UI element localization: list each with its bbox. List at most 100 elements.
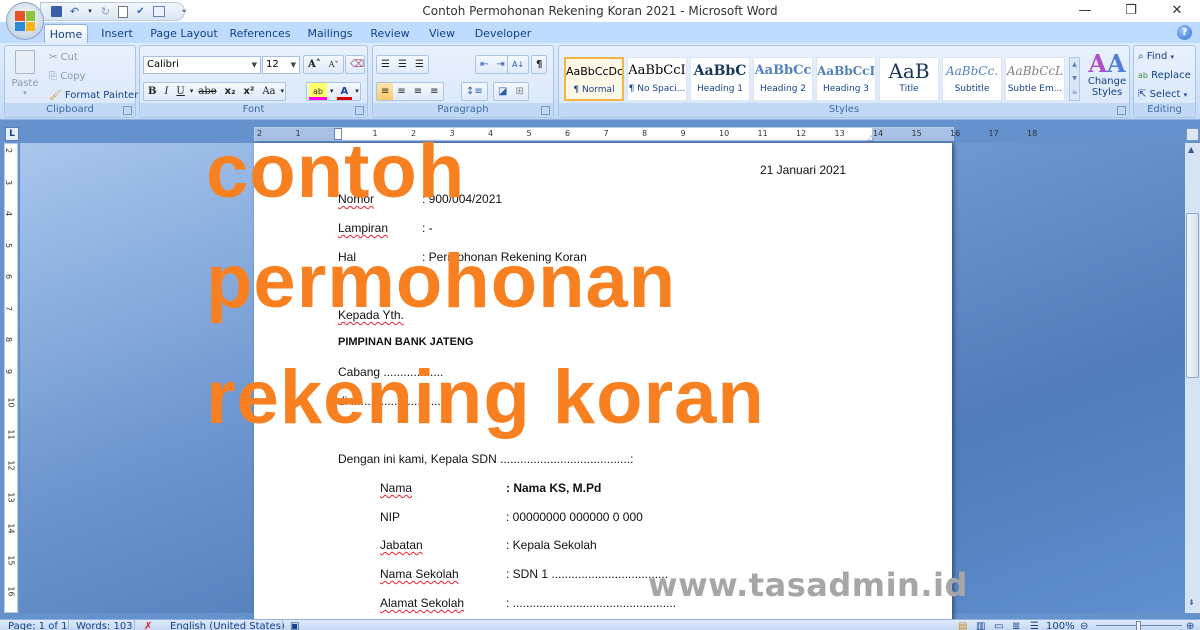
font-launcher-icon[interactable]	[355, 106, 364, 115]
paste-button[interactable]: Paste ▾	[11, 50, 39, 97]
clipboard-launcher-icon[interactable]	[123, 106, 132, 115]
tab-review[interactable]: Review	[368, 24, 412, 43]
style-normal[interactable]: AaBbCcDc ¶ Normal	[564, 57, 624, 101]
tab-view[interactable]: View	[424, 24, 460, 43]
ruler-tick: 12	[6, 460, 16, 471]
field-value-jabatan: : Kepala Sekolah	[506, 538, 597, 552]
line-spacing-button[interactable]: ↕≡	[461, 82, 488, 101]
ribbon: Paste ▾ ✂ Cut ⎘ Copy 🖌 Format Painter Cl…	[0, 43, 1200, 120]
change-case-dropdown-icon[interactable]: ▾	[280, 83, 286, 100]
page-count[interactable]: Page: 1 of 1	[8, 620, 67, 630]
style-subtle-emphasis[interactable]: AaBbCcL Subtle Em...	[1005, 57, 1065, 101]
vertical-scrollbar[interactable]: ▲ ⇟	[1185, 143, 1200, 613]
borders-button[interactable]: ⊞	[511, 83, 527, 100]
superscript-button[interactable]: x²	[239, 83, 258, 100]
style-heading-3[interactable]: AaBbCcI Heading 3	[816, 57, 876, 101]
title-bar: ↶ ▾ ↻ ✔ ⌄ Contoh Permohonan Rekening Kor…	[0, 0, 1200, 40]
help-icon[interactable]: ?	[1177, 25, 1192, 40]
outline-view-icon[interactable]: ≣	[1012, 620, 1020, 630]
format-painter-button[interactable]: 🖌 Format Painter	[49, 90, 138, 101]
style-subtitle[interactable]: AaBbCc. Subtitle	[942, 57, 1002, 101]
replace-icon: ab	[1138, 71, 1148, 80]
show-marks-button[interactable]: ¶	[531, 55, 548, 74]
find-button[interactable]: ⌕ Find ▾	[1138, 51, 1174, 62]
minimize-button[interactable]: —	[1062, 0, 1108, 22]
tab-page-layout[interactable]: Page Layout	[148, 24, 220, 43]
style-no-spacing[interactable]: AaBbCcI ¶ No Spaci...	[627, 57, 687, 101]
vertical-ruler[interactable]: 2 3 4 5 6 7 8 9 10 11 12 13 14 15 16	[4, 143, 18, 613]
ruler-tick: 7	[4, 305, 14, 311]
decrease-indent-button[interactable]: ⇤	[476, 56, 492, 73]
shading-button[interactable]: ◪	[494, 83, 511, 100]
restore-button[interactable]: ❐	[1108, 0, 1154, 22]
underline-button[interactable]: U	[172, 83, 188, 100]
sort-button[interactable]: A↓	[507, 55, 530, 74]
scroll-up-icon[interactable]: ▲	[1188, 145, 1194, 154]
align-left-button[interactable]: ≡	[377, 83, 394, 100]
style-heading-1[interactable]: AaBbC Heading 1	[690, 57, 750, 101]
copy-button[interactable]: ⎘ Copy	[49, 71, 86, 82]
font-name-select[interactable]: Calibri ▼	[143, 56, 261, 74]
highlight-button[interactable]: ab	[307, 83, 329, 100]
font-color-button[interactable]: A	[335, 83, 355, 100]
align-center-button[interactable]: ≡	[393, 83, 409, 100]
proofing-error-icon[interactable]: ✗	[144, 620, 152, 630]
select-button[interactable]: ⇱ Select ▾	[1138, 89, 1187, 100]
justify-button[interactable]: ≡	[426, 83, 442, 100]
scrollbar-thumb[interactable]	[1186, 213, 1199, 378]
paste-dropdown-icon: ▾	[23, 89, 27, 97]
tab-references[interactable]: References	[228, 24, 292, 43]
multilevel-list-button[interactable]: ☰	[411, 56, 428, 73]
styles-launcher-icon[interactable]	[1117, 106, 1126, 115]
close-button[interactable]: ✕	[1154, 0, 1200, 22]
clear-formatting-button[interactable]: ⌫	[345, 55, 365, 74]
replace-button[interactable]: ab Replace	[1138, 70, 1191, 81]
styles-scroll-up-icon[interactable]: ▲	[1070, 58, 1079, 72]
font-group: Calibri ▼ 12 ▼ A˄ A˅ ⌫ B I U ▾ abe x₂ x² A…	[139, 45, 368, 118]
styles-scroll-down-icon[interactable]: ▼	[1070, 72, 1079, 86]
word-count[interactable]: Words: 103	[76, 620, 133, 630]
field-label-alamat-sekolah: Alamat Sekolah	[380, 596, 465, 610]
shrink-font-button[interactable]: A˅	[325, 56, 343, 73]
subscript-button[interactable]: x₂	[221, 83, 240, 100]
draft-view-icon[interactable]: ☰	[1030, 620, 1039, 630]
macro-record-icon[interactable]: ▣	[290, 620, 299, 630]
tab-home[interactable]: Home	[44, 24, 88, 43]
ruler-toggle-button[interactable]	[1186, 128, 1199, 141]
font-size-select[interactable]: 12 ▼	[262, 56, 300, 74]
bold-button[interactable]: B	[144, 83, 160, 100]
zoom-slider-thumb[interactable]	[1136, 621, 1141, 630]
tab-developer[interactable]: Developer	[472, 24, 534, 43]
field-value-nip: : 00000000 000000 0 000	[506, 510, 643, 524]
style-title[interactable]: AaB Title	[879, 57, 939, 101]
italic-button[interactable]: I	[160, 83, 172, 100]
zoom-in-icon[interactable]: ⊕	[1186, 620, 1194, 630]
change-case-button[interactable]: Aa	[258, 83, 279, 100]
grow-font-button[interactable]: A˄	[304, 56, 325, 73]
tab-insert[interactable]: Insert	[96, 24, 138, 43]
web-layout-view-icon[interactable]: ▭	[994, 620, 1003, 630]
paragraph-launcher-icon[interactable]	[541, 106, 550, 115]
font-color-dropdown-icon[interactable]: ▾	[354, 83, 360, 100]
tab-mailings[interactable]: Mailings	[304, 24, 356, 43]
tab-selector[interactable]: L	[5, 127, 19, 141]
next-page-icon[interactable]: ⇟	[1188, 598, 1195, 607]
styles-more-icon[interactable]: ≡	[1070, 86, 1079, 100]
cut-button[interactable]: ✂ Cut	[49, 52, 78, 63]
full-screen-view-icon[interactable]: ▥	[976, 620, 985, 630]
field-label-nama-sekolah: Nama Sekolah	[380, 567, 459, 581]
print-layout-view-icon[interactable]: ▤	[958, 620, 967, 630]
change-styles-button[interactable]: AA Change Styles	[1085, 52, 1129, 99]
ruler-tick: 3	[4, 179, 14, 185]
language-indicator[interactable]: English (United States)	[170, 620, 285, 630]
zoom-out-icon[interactable]: ⊖	[1080, 620, 1088, 630]
strikethrough-button[interactable]: abe	[194, 83, 220, 100]
zoom-level[interactable]: 100%	[1046, 620, 1075, 630]
align-right-button[interactable]: ≡	[410, 83, 426, 100]
bullets-button[interactable]: ☰	[377, 56, 394, 73]
numbering-button[interactable]: ☰	[394, 56, 411, 73]
editing-group: ⌕ Find ▾ ab Replace ⇱ Select ▾ Editing	[1133, 45, 1196, 118]
style-heading-2[interactable]: AaBbCc Heading 2	[753, 57, 813, 101]
field-value-nama-sekolah: : SDN 1 ................................…	[506, 567, 669, 581]
office-button[interactable]	[6, 2, 44, 40]
